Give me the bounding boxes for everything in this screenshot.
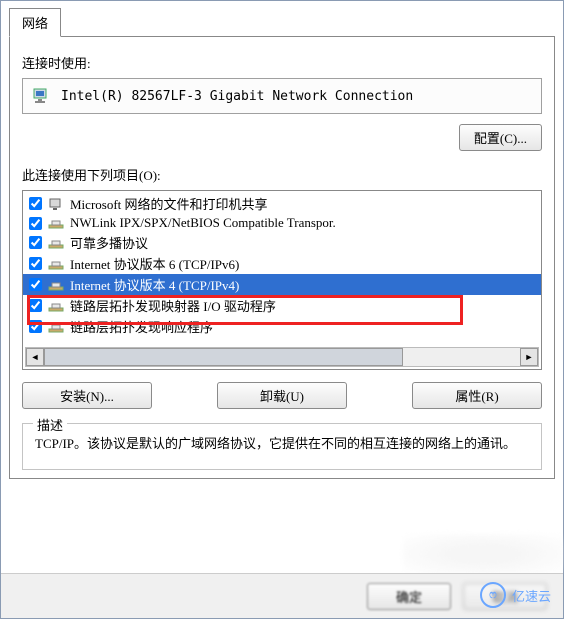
protocol-icon xyxy=(48,298,64,314)
list-item-label: 可靠多播协议 xyxy=(70,233,148,252)
description-group: 描述 TCP/IP。该协议是默认的广域网络协议，它提供在不同的相互连接的网络上的… xyxy=(22,423,542,470)
list-item[interactable]: 链路层拓扑发现响应程序 xyxy=(23,316,541,337)
protocol-icon xyxy=(48,256,64,272)
protocol-icon xyxy=(48,235,64,251)
watermark-icon: ෆ xyxy=(480,582,506,608)
protocol-icon xyxy=(48,319,64,335)
horizontal-scrollbar[interactable]: ◄ ► xyxy=(25,347,539,367)
list-item-label: Internet 协议版本 6 (TCP/IPv6) xyxy=(70,254,239,273)
scroll-left-icon[interactable]: ◄ xyxy=(26,348,44,366)
list-item-checkbox[interactable] xyxy=(29,217,42,230)
list-item-checkbox[interactable] xyxy=(29,278,42,291)
protocol-icon xyxy=(48,215,64,231)
blur-smudge xyxy=(403,534,563,574)
list-item-checkbox[interactable] xyxy=(29,197,42,210)
list-item[interactable]: Internet 协议版本 4 (TCP/IPv4) xyxy=(23,274,541,295)
dialog-button-bar: 确定 取消 xyxy=(1,573,563,618)
list-item-label: Microsoft 网络的文件和打印机共享 xyxy=(70,194,268,213)
list-item-label: Internet 协议版本 4 (TCP/IPv4) xyxy=(70,275,239,294)
list-item[interactable]: 链路层拓扑发现映射器 I/O 驱动程序 xyxy=(23,295,541,316)
list-item-checkbox[interactable] xyxy=(29,320,42,333)
tab-network[interactable]: 网络 xyxy=(9,8,61,37)
watermark: ෆ 亿速云 xyxy=(480,582,551,608)
adapter-name: Intel(R) 82567LF-3 Gigabit Network Conne… xyxy=(61,89,413,104)
tab-strip: 网络 xyxy=(1,1,563,36)
items-label: 此连接使用下列项目(O): xyxy=(22,165,542,184)
scroll-thumb[interactable] xyxy=(44,348,403,366)
tab-panel: 连接时使用: Intel(R) 82567LF-3 Gigabit Networ… xyxy=(9,36,555,479)
description-text: TCP/IP。该协议是默认的广域网络协议，它提供在不同的相互连接的网络上的通讯。 xyxy=(35,434,529,455)
list-item[interactable]: 可靠多播协议 xyxy=(23,232,541,253)
list-item-checkbox[interactable] xyxy=(29,236,42,249)
service-icon xyxy=(48,196,64,212)
list-item-label: 链路层拓扑发现响应程序 xyxy=(70,317,213,336)
adapter-field[interactable]: Intel(R) 82567LF-3 Gigabit Network Conne… xyxy=(22,78,542,114)
list-item[interactable]: Microsoft 网络的文件和打印机共享 xyxy=(23,193,541,214)
properties-button[interactable]: 属性(R) xyxy=(412,382,542,409)
list-item-label: 链路层拓扑发现映射器 I/O 驱动程序 xyxy=(70,296,276,315)
configure-button[interactable]: 配置(C)... xyxy=(459,124,542,151)
install-button[interactable]: 安装(N)... xyxy=(22,382,152,409)
ok-button[interactable]: 确定 xyxy=(367,583,451,610)
uninstall-button[interactable]: 卸载(U) xyxy=(217,382,347,409)
network-adapter-icon xyxy=(31,85,53,107)
scroll-right-icon[interactable]: ► xyxy=(520,348,538,366)
watermark-text: 亿速云 xyxy=(512,586,551,605)
protocol-icon xyxy=(48,277,64,293)
list-item-checkbox[interactable] xyxy=(29,299,42,312)
list-item[interactable]: NWLink IPX/SPX/NetBIOS Compatible Transp… xyxy=(23,214,541,232)
properties-window: 网络 连接时使用: Intel(R) 82567LF-3 Gigabit Net… xyxy=(0,0,564,619)
description-legend: 描述 xyxy=(33,415,67,434)
list-item-label: NWLink IPX/SPX/NetBIOS Compatible Transp… xyxy=(70,215,336,231)
list-item[interactable]: Internet 协议版本 6 (TCP/IPv6) xyxy=(23,253,541,274)
list-item-checkbox[interactable] xyxy=(29,257,42,270)
scroll-track[interactable] xyxy=(44,348,520,366)
components-list[interactable]: Microsoft 网络的文件和打印机共享 NWLink IPX/SPX/NetB… xyxy=(22,190,542,370)
adapter-label: 连接时使用: xyxy=(22,53,542,72)
